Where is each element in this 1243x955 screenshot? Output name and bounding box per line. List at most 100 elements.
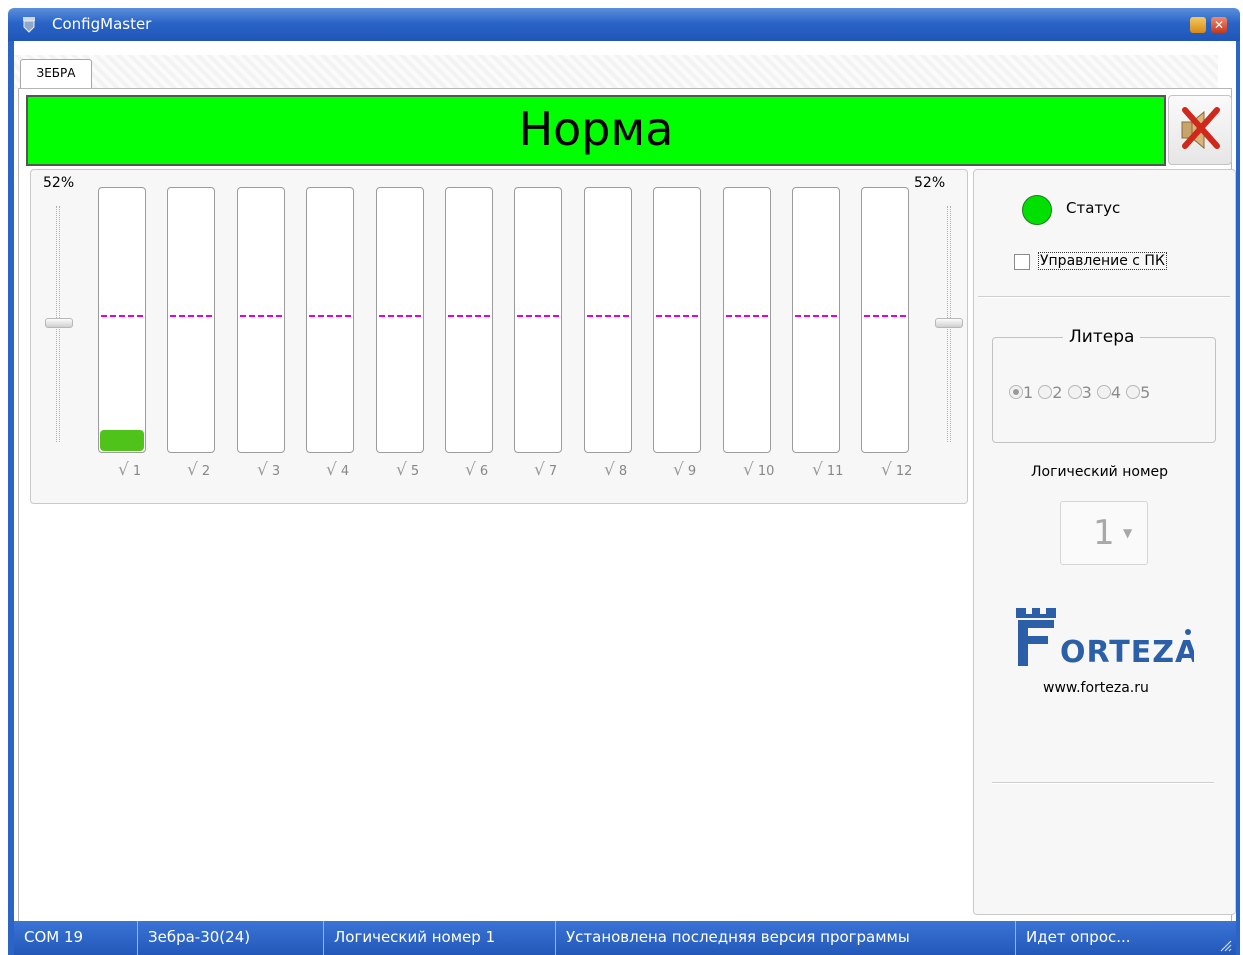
threshold-line xyxy=(170,315,212,317)
litera-title: Литера xyxy=(1063,327,1141,347)
status-version: Установлена последняя версия программы xyxy=(556,921,1016,955)
pc-control-checkbox[interactable] xyxy=(1014,254,1030,270)
right-threshold-slider-thumb[interactable] xyxy=(935,318,963,328)
threshold-line xyxy=(240,315,282,317)
status-bar: COM 19 Зебра-30(24) Логический номер 1 У… xyxy=(14,921,1236,955)
channel-label: 2 xyxy=(201,464,211,479)
level-fill xyxy=(100,430,144,451)
status-logical-number: Логический номер 1 xyxy=(324,921,556,955)
status-polling: Идет опрос... xyxy=(1026,928,1131,946)
resize-grip-icon[interactable] xyxy=(1220,940,1232,952)
checkmark-icon: √ xyxy=(673,460,684,480)
channel-label: 1 xyxy=(132,464,142,479)
threshold-line xyxy=(309,315,351,317)
litera-radio-5[interactable]: 5 xyxy=(1126,383,1150,402)
checkmark-icon: √ xyxy=(326,460,337,480)
channel-checkbox-2[interactable]: √ 2 xyxy=(187,460,210,480)
channel-checkbox-8[interactable]: √ 8 xyxy=(604,460,627,480)
channel-label: 6 xyxy=(479,464,489,479)
tab-zebra[interactable]: ЗЕБРА xyxy=(20,59,92,90)
checkmark-icon: √ xyxy=(604,460,615,480)
channel-bar-5 xyxy=(376,187,424,453)
channel-label: 3 xyxy=(271,464,281,479)
window-frame-right xyxy=(1236,41,1240,955)
window-titlebar[interactable]: ConfigMaster ✕ xyxy=(8,8,1240,41)
status-port: COM 19 xyxy=(14,921,138,955)
channel-bar-2 xyxy=(167,187,215,453)
channel-bar-1 xyxy=(98,187,146,453)
litera-radio-4[interactable]: 4 xyxy=(1096,383,1121,402)
channel-bar-7 xyxy=(514,187,562,453)
threshold-line xyxy=(656,315,698,317)
close-button[interactable]: ✕ xyxy=(1211,17,1227,33)
window-title: ConfigMaster xyxy=(52,15,152,33)
checkmark-icon: √ xyxy=(118,460,129,480)
checkmark-icon: √ xyxy=(396,460,407,480)
channel-checkbox-4[interactable]: √ 4 xyxy=(326,460,349,480)
chevron-down-icon: ▼ xyxy=(1123,526,1133,540)
litera-radio-group: 1 2 3 4 5 xyxy=(1009,383,1150,402)
forteza-logo: ORTEZA xyxy=(1016,608,1194,670)
channel-checkbox-12[interactable]: √ 12 xyxy=(881,460,912,480)
threshold-line xyxy=(726,315,768,317)
litera-radio-1[interactable]: 1 xyxy=(1009,383,1033,402)
channel-bar-3 xyxy=(237,187,285,453)
channel-label: 8 xyxy=(618,464,628,479)
channel-label: 10 xyxy=(757,464,775,479)
pc-control-label[interactable]: Управление с ПК xyxy=(1038,252,1167,270)
left-threshold-slider-thumb[interactable] xyxy=(45,318,73,328)
separator xyxy=(992,782,1214,784)
channel-label: 9 xyxy=(687,464,697,479)
channel-checkbox-6[interactable]: √ 6 xyxy=(465,460,488,480)
channel-label: 5 xyxy=(410,464,420,479)
logical-number-label: Логический номер xyxy=(1031,464,1169,480)
channel-checkbox-5[interactable]: √ 5 xyxy=(396,460,419,480)
litera-radio-2[interactable]: 2 xyxy=(1038,383,1062,402)
threshold-line xyxy=(517,315,559,317)
separator xyxy=(978,296,1230,298)
right-percent-label: 52% xyxy=(914,175,946,191)
threshold-line xyxy=(448,315,490,317)
speaker-muted-icon xyxy=(1181,107,1220,150)
status-label: Статус xyxy=(1066,199,1121,217)
svg-text:ORTEZA: ORTEZA xyxy=(1060,635,1194,670)
channel-checkbox-7[interactable]: √ 7 xyxy=(534,460,557,480)
channel-checkbox-11[interactable]: √ 11 xyxy=(812,460,843,480)
app-icon xyxy=(23,17,35,33)
threshold-line xyxy=(101,315,143,317)
status-device: Зебра-30(24) xyxy=(138,921,324,955)
threshold-line xyxy=(587,315,629,317)
left-percent-label: 52% xyxy=(43,175,75,191)
channel-label: 4 xyxy=(340,464,350,479)
channel-bar-4 xyxy=(306,187,354,453)
channel-checkbox-10[interactable]: √ 10 xyxy=(743,460,774,480)
minimize-button[interactable] xyxy=(1190,17,1206,33)
threshold-line xyxy=(379,315,421,317)
channel-bar-6 xyxy=(445,187,493,453)
status-led-icon xyxy=(1022,195,1052,225)
channel-bar-11 xyxy=(792,187,840,453)
threshold-line xyxy=(864,315,906,317)
checkmark-icon: √ xyxy=(812,460,823,480)
checkmark-icon: √ xyxy=(881,460,892,480)
channel-bar-9 xyxy=(653,187,701,453)
mute-button[interactable] xyxy=(1168,95,1232,165)
litera-radio-3[interactable]: 3 xyxy=(1067,383,1092,402)
channel-checkbox-9[interactable]: √ 9 xyxy=(673,460,696,480)
logo-url: www.forteza.ru xyxy=(1043,680,1149,696)
checkmark-icon: √ xyxy=(187,460,198,480)
checkmark-icon: √ xyxy=(257,460,268,480)
logical-number-select[interactable]: 1 ▼ xyxy=(1060,501,1148,565)
channel-bar-8 xyxy=(584,187,632,453)
channel-label: 7 xyxy=(548,464,558,479)
channel-label: 12 xyxy=(895,464,913,479)
channel-checkbox-3[interactable]: √ 3 xyxy=(257,460,280,480)
tab-strip xyxy=(14,55,1218,89)
channel-checkbox-1[interactable]: √ 1 xyxy=(118,460,141,480)
channel-label: 11 xyxy=(826,464,844,479)
checkmark-icon: √ xyxy=(465,460,476,480)
checkmark-icon: √ xyxy=(743,460,754,480)
status-banner: Норма xyxy=(26,95,1166,166)
channel-bar-10 xyxy=(723,187,771,453)
checkmark-icon: √ xyxy=(534,460,545,480)
